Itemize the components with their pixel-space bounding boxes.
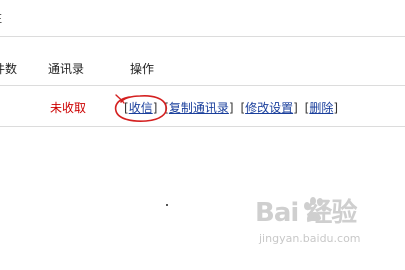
row-divider	[0, 126, 405, 127]
status-not-fetched: 未收取	[50, 101, 87, 115]
baidu-jingyan-watermark: Bai 经验 jingyan.baidu.com	[255, 192, 400, 248]
top-divider	[0, 36, 405, 37]
header-address-book: 通讯录	[48, 62, 85, 76]
modify-settings-link[interactable]: 修改设置	[245, 101, 293, 115]
red-circle-annotation	[114, 94, 168, 122]
watermark-url: jingyan.baidu.com	[259, 232, 361, 245]
header-divider	[0, 85, 405, 86]
header-actions: 操作	[130, 62, 155, 76]
delete-link[interactable]: 删除	[309, 101, 333, 115]
header-count: 件数	[0, 62, 18, 76]
watermark-brand: Bai 经验	[255, 198, 357, 228]
top-partial-field: 注	[0, 7, 8, 29]
stray-dot	[166, 204, 168, 206]
top-fragment-text: 注	[0, 9, 2, 26]
copy-contacts-link[interactable]: 复制通讯录	[169, 101, 229, 115]
